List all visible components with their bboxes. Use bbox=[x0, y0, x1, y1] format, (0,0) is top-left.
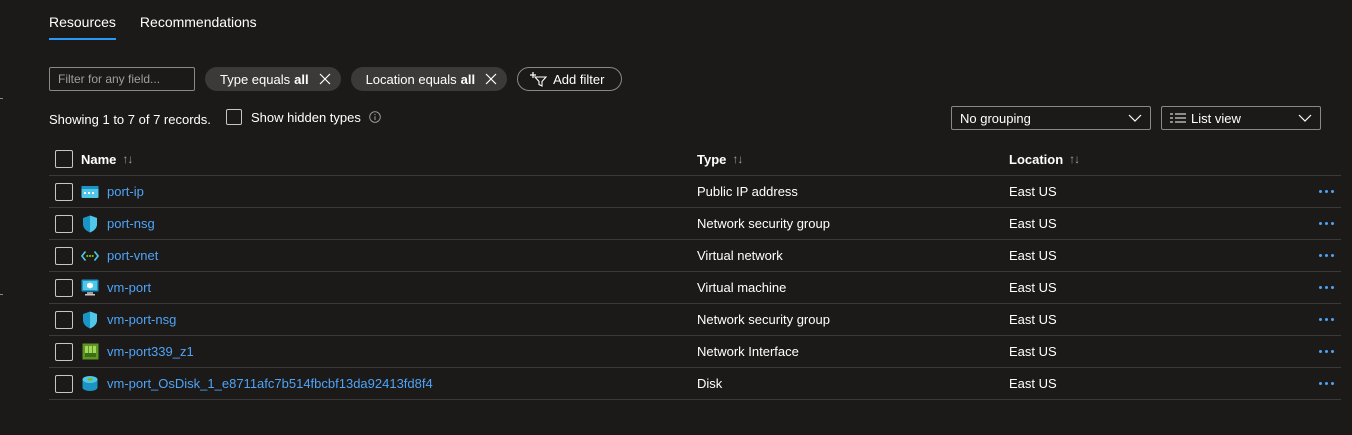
filter-bar: Type equals all Location equals all Add … bbox=[49, 67, 623, 91]
add-filter-button[interactable]: Add filter bbox=[517, 67, 623, 91]
table-header: Name ↑↓ Type ↑↓ Location ↑↓ bbox=[49, 143, 1341, 176]
row-checkbox[interactable] bbox=[55, 342, 73, 361]
resource-location: East US bbox=[1009, 312, 1057, 327]
row-checkbox[interactable] bbox=[55, 182, 73, 201]
resource-name-link[interactable]: port-nsg bbox=[107, 216, 155, 231]
list-view-icon bbox=[1170, 113, 1186, 123]
tab-resources[interactable]: Resources bbox=[49, 0, 116, 40]
more-actions-icon[interactable] bbox=[1317, 346, 1336, 357]
resource-location: East US bbox=[1009, 248, 1057, 263]
add-filter-label: Add filter bbox=[553, 71, 605, 87]
column-type-label: Type bbox=[697, 151, 727, 167]
column-type-header[interactable]: Type ↑↓ bbox=[697, 152, 1009, 167]
more-actions-icon[interactable] bbox=[1317, 250, 1336, 261]
resource-name-link[interactable]: vm-port339_z1 bbox=[107, 344, 194, 359]
row-checkbox[interactable] bbox=[55, 246, 73, 265]
tab-bar: Resources Recommendations bbox=[49, 0, 257, 40]
column-location-header[interactable]: Location ↑↓ bbox=[1009, 152, 1309, 167]
table-row[interactable]: vm-port339_z1 Network Interface East US bbox=[49, 336, 1341, 368]
table-row[interactable]: vm-port Virtual machine East US bbox=[49, 272, 1341, 304]
show-hidden-label: Show hidden types bbox=[251, 109, 361, 125]
show-hidden-checkbox[interactable] bbox=[226, 109, 242, 125]
show-hidden-types: Show hidden types bbox=[226, 109, 381, 125]
resource-type: Virtual network bbox=[697, 248, 783, 263]
resources-table: Name ↑↓ Type ↑↓ Location ↑↓ port-ip Publ… bbox=[49, 143, 1341, 400]
filter-input[interactable] bbox=[49, 67, 195, 91]
table-row[interactable]: vm-port-nsg Network security group East … bbox=[49, 304, 1341, 336]
more-actions-icon[interactable] bbox=[1317, 282, 1336, 293]
type-filter-value: all bbox=[294, 71, 309, 87]
resource-type: Network security group bbox=[697, 312, 830, 327]
resource-name-link[interactable]: vm-port-nsg bbox=[107, 312, 176, 327]
more-actions-icon[interactable] bbox=[1317, 378, 1336, 389]
row-checkbox[interactable] bbox=[55, 310, 73, 329]
column-location-label: Location bbox=[1009, 151, 1064, 167]
grouping-value: No grouping bbox=[960, 110, 1031, 126]
vnet-icon bbox=[81, 247, 99, 265]
location-filter-label: Location equals bbox=[365, 71, 457, 87]
resource-name-link[interactable]: port-ip bbox=[107, 184, 144, 199]
row-checkbox[interactable] bbox=[55, 278, 73, 297]
edge-mark bbox=[0, 98, 3, 99]
location-filter-pill[interactable]: Location equals all bbox=[350, 67, 508, 91]
select-all-checkbox[interactable] bbox=[55, 150, 73, 168]
chevron-down-icon bbox=[1128, 114, 1142, 122]
more-actions-icon[interactable] bbox=[1317, 314, 1336, 325]
table-row[interactable]: port-vnet Virtual network East US bbox=[49, 240, 1341, 272]
virtual-machine-icon bbox=[81, 279, 99, 297]
resource-location: East US bbox=[1009, 280, 1057, 295]
resource-location: East US bbox=[1009, 216, 1057, 231]
close-icon[interactable] bbox=[483, 71, 499, 87]
grouping-dropdown[interactable]: No grouping bbox=[951, 106, 1151, 130]
nsg-shield-icon bbox=[81, 311, 99, 329]
column-name-label: Name bbox=[81, 151, 117, 167]
more-actions-icon[interactable] bbox=[1317, 186, 1336, 197]
add-filter-icon bbox=[530, 72, 548, 87]
sort-icon[interactable]: ↑↓ bbox=[732, 152, 743, 166]
resource-type: Disk bbox=[697, 376, 723, 391]
resource-type: Network Interface bbox=[697, 344, 799, 359]
table-row[interactable]: port-ip Public IP address East US bbox=[49, 176, 1341, 208]
select-all-cell bbox=[49, 150, 81, 168]
close-icon[interactable] bbox=[317, 71, 333, 87]
resource-type: Network security group bbox=[697, 216, 830, 231]
resource-name-link[interactable]: vm-port bbox=[107, 280, 151, 295]
column-name-header[interactable]: Name ↑↓ bbox=[81, 152, 697, 167]
disk-icon bbox=[81, 375, 99, 393]
table-row[interactable]: port-nsg Network security group East US bbox=[49, 208, 1341, 240]
more-actions-icon[interactable] bbox=[1317, 218, 1336, 229]
resource-location: East US bbox=[1009, 376, 1057, 391]
resource-name-link[interactable]: port-vnet bbox=[107, 248, 158, 263]
records-count: Showing 1 to 7 of 7 records. bbox=[49, 112, 211, 127]
view-value: List view bbox=[1191, 110, 1241, 126]
row-checkbox[interactable] bbox=[55, 214, 73, 233]
sort-icon[interactable]: ↑↓ bbox=[1069, 152, 1080, 166]
resource-name-link[interactable]: vm-port_OsDisk_1_e8711afc7b514fbcbf13da9… bbox=[107, 376, 433, 391]
edge-mark bbox=[0, 294, 3, 295]
tab-recommendations[interactable]: Recommendations bbox=[140, 0, 257, 40]
chevron-down-icon bbox=[1298, 114, 1312, 122]
network-interface-icon bbox=[81, 343, 99, 361]
resource-type: Public IP address bbox=[697, 184, 798, 199]
sort-icon[interactable]: ↑↓ bbox=[122, 152, 133, 166]
nsg-shield-icon bbox=[81, 215, 99, 233]
resource-location: East US bbox=[1009, 184, 1057, 199]
public-ip-icon bbox=[81, 183, 99, 201]
table-row[interactable]: vm-port_OsDisk_1_e8711afc7b514fbcbf13da9… bbox=[49, 368, 1341, 400]
view-dropdown[interactable]: List view bbox=[1161, 106, 1321, 130]
resource-type: Virtual machine bbox=[697, 280, 787, 295]
info-icon[interactable] bbox=[369, 111, 381, 123]
resource-location: East US bbox=[1009, 344, 1057, 359]
location-filter-value: all bbox=[460, 71, 476, 87]
row-checkbox[interactable] bbox=[55, 374, 73, 393]
type-filter-label: Type equals bbox=[220, 71, 291, 87]
type-filter-pill[interactable]: Type equals all bbox=[205, 67, 341, 91]
